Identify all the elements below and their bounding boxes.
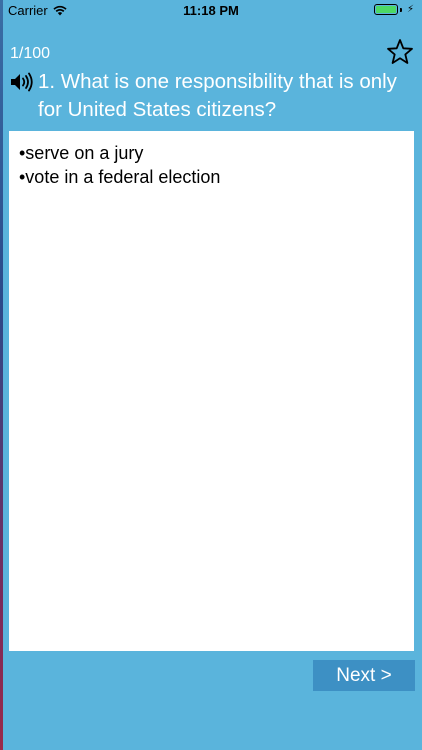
next-button[interactable]: Next >: [313, 660, 415, 691]
charging-icon: ⚡: [406, 4, 414, 15]
answer-item: •serve on a jury: [19, 143, 144, 163]
battery-indicator: ⚡: [373, 4, 414, 15]
question-counter: 1/100: [10, 45, 51, 62]
status-bar: Carrier 11:18 PM ⚡: [0, 0, 422, 22]
answer-panel: •serve on a jury •vote in a federal elec…: [9, 131, 414, 651]
speaker-icon[interactable]: [10, 72, 34, 92]
star-outline-icon[interactable]: [386, 38, 414, 66]
clock: 11:18 PM: [183, 3, 239, 18]
left-edge-strip: [0, 0, 3, 750]
battery-icon: [373, 4, 398, 15]
battery-level: [375, 6, 396, 13]
question-text: 1. What is one responsibility that is on…: [38, 70, 397, 121]
answer-item: •vote in a federal election: [19, 167, 221, 187]
battery-tip: [399, 7, 402, 12]
